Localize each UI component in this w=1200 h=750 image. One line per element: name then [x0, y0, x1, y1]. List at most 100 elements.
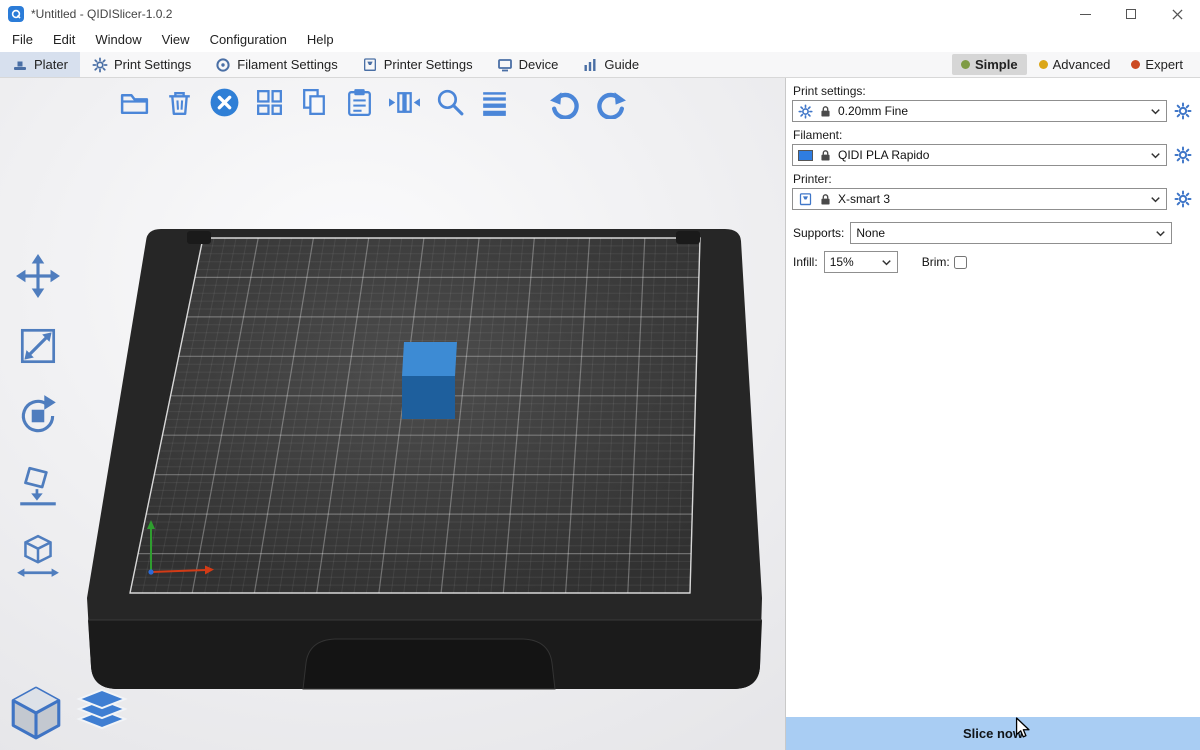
- paste-button[interactable]: [341, 84, 377, 120]
- layers-preview-button[interactable]: [74, 688, 130, 742]
- paste-icon: [343, 86, 376, 119]
- menu-help[interactable]: Help: [297, 28, 344, 52]
- tab-device[interactable]: Device: [485, 52, 571, 77]
- redo-icon: [594, 86, 627, 119]
- minimize-button[interactable]: [1062, 0, 1108, 28]
- gear-icon: [1174, 102, 1192, 120]
- print-settings-edit-button[interactable]: [1173, 102, 1192, 121]
- window-title: *Untitled - QIDISlicer-1.0.2: [31, 7, 172, 21]
- split-icon: [388, 86, 421, 119]
- plater-toolbar: [116, 84, 628, 120]
- supports-combo[interactable]: None: [850, 222, 1172, 244]
- arrange-icon: [253, 86, 286, 119]
- infill-combo[interactable]: 15%: [824, 251, 898, 273]
- printer-icon: [798, 192, 813, 207]
- tab-guide[interactable]: Guide: [570, 52, 651, 77]
- bed-clip-left: [187, 231, 211, 244]
- place-on-face-icon: [15, 463, 61, 509]
- delete-button[interactable]: [161, 84, 197, 120]
- redo-button[interactable]: [592, 84, 628, 120]
- title-bar: *Untitled - QIDISlicer-1.0.2: [0, 0, 1200, 28]
- variable-layer-height-button[interactable]: [476, 84, 512, 120]
- 3d-editor-view-button[interactable]: [8, 684, 64, 742]
- simple-dot-icon: [961, 60, 970, 69]
- printer-combo[interactable]: X-smart 3: [792, 188, 1167, 210]
- printer-label: Printer:: [793, 172, 1192, 186]
- mode-switcher: Simple Advanced Expert: [952, 52, 1200, 77]
- delete-all-icon: [208, 86, 241, 119]
- split-button[interactable]: [386, 84, 422, 120]
- gear-icon: [1174, 146, 1192, 164]
- settings-sidebar: Print settings: 0.20mm Fine Filament:: [785, 78, 1200, 750]
- scale-icon: [15, 323, 61, 369]
- menu-file[interactable]: File: [2, 28, 43, 52]
- close-button[interactable]: [1154, 0, 1200, 28]
- tray-handle-recess: [303, 639, 555, 689]
- open-folder-button[interactable]: [116, 84, 152, 120]
- arrange-button[interactable]: [251, 84, 287, 120]
- mode-advanced[interactable]: Advanced: [1030, 54, 1120, 75]
- model-cube[interactable]: [402, 342, 457, 419]
- gear-icon: [798, 104, 813, 119]
- brim-checkbox[interactable]: [954, 256, 967, 269]
- tab-printer-settings[interactable]: Printer Settings: [350, 52, 485, 77]
- measure-gizmo-button[interactable]: [12, 530, 64, 582]
- printer-edit-button[interactable]: [1173, 190, 1192, 209]
- undo-icon: [549, 86, 582, 119]
- slice-now-button[interactable]: Slice now: [786, 717, 1200, 750]
- delete-icon: [163, 86, 196, 119]
- app-logo-icon: [8, 6, 24, 22]
- tab-bar: Plater Print Settings Filament Settings …: [0, 52, 1200, 78]
- chevron-down-icon: [1153, 226, 1168, 241]
- qidislicer-window: *Untitled - QIDISlicer-1.0.2 File Edit W…: [0, 0, 1200, 750]
- move-gizmo-button[interactable]: [12, 250, 64, 302]
- supports-label: Supports:: [793, 226, 844, 240]
- print-settings-label: Print settings:: [793, 84, 1192, 98]
- open-folder-icon: [118, 86, 151, 119]
- gear-icon: [92, 57, 108, 73]
- menu-window[interactable]: Window: [85, 28, 151, 52]
- mode-simple[interactable]: Simple: [952, 54, 1027, 75]
- bed-scene[interactable]: [0, 78, 785, 750]
- infill-label: Infill:: [793, 255, 818, 269]
- maximize-button[interactable]: [1108, 0, 1154, 28]
- view-mode-bar: [8, 684, 130, 742]
- menu-edit[interactable]: Edit: [43, 28, 85, 52]
- undo-button[interactable]: [547, 84, 583, 120]
- lock-icon: [818, 148, 833, 163]
- 3d-viewport[interactable]: [0, 78, 785, 750]
- rotate-icon: [15, 393, 61, 439]
- menu-configuration[interactable]: Configuration: [200, 28, 297, 52]
- filament-edit-button[interactable]: [1173, 146, 1192, 165]
- layers-preview-icon: [74, 688, 130, 742]
- menu-view[interactable]: View: [152, 28, 200, 52]
- chevron-down-icon: [1148, 148, 1163, 163]
- print-settings-combo[interactable]: 0.20mm Fine: [792, 100, 1167, 122]
- tab-filament-settings[interactable]: Filament Settings: [203, 52, 349, 77]
- copy-icon: [298, 86, 331, 119]
- lock-icon: [818, 104, 833, 119]
- tab-print-settings[interactable]: Print Settings: [80, 52, 203, 77]
- bed-clip-right: [676, 231, 700, 244]
- chevron-down-icon: [1148, 104, 1163, 119]
- place-on-face-gizmo-button[interactable]: [12, 460, 64, 512]
- search-button[interactable]: [431, 84, 467, 120]
- move-icon: [15, 253, 61, 299]
- scale-gizmo-button[interactable]: [12, 320, 64, 372]
- delete-all-button[interactable]: [206, 84, 242, 120]
- filament-combo[interactable]: QIDI PLA Rapido: [792, 144, 1167, 166]
- guide-icon: [582, 57, 598, 73]
- measure-icon: [15, 533, 61, 579]
- tab-plater[interactable]: Plater: [0, 52, 80, 77]
- device-monitor-icon: [497, 57, 513, 73]
- rotate-gizmo-button[interactable]: [12, 390, 64, 442]
- gear-icon: [1174, 190, 1192, 208]
- copy-button[interactable]: [296, 84, 332, 120]
- chevron-down-icon: [879, 255, 894, 270]
- filament-label: Filament:: [793, 128, 1192, 142]
- lock-icon: [818, 192, 833, 207]
- plater-icon: [12, 57, 28, 73]
- mode-expert[interactable]: Expert: [1122, 54, 1192, 75]
- chevron-down-icon: [1148, 192, 1163, 207]
- filament-spool-icon: [215, 57, 231, 73]
